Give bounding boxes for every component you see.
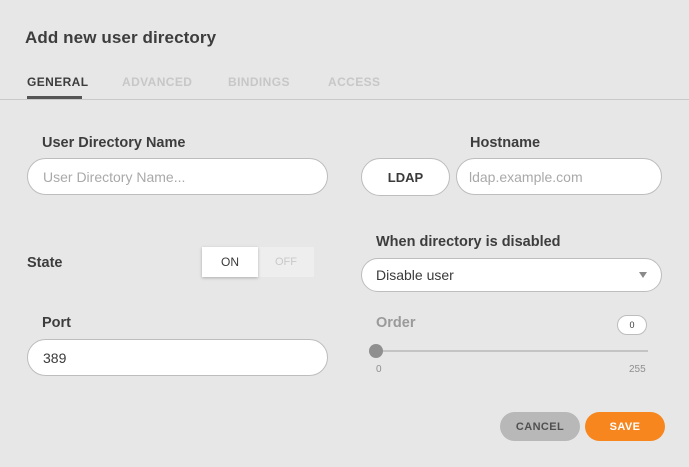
tab-general[interactable]: GENERAL (27, 75, 88, 89)
port-input[interactable] (27, 339, 328, 376)
order-slider-handle[interactable] (369, 344, 383, 358)
protocol-ldap-button[interactable]: LDAP (361, 158, 450, 196)
save-button[interactable]: SAVE (585, 412, 665, 441)
hostname-label: Hostname (470, 135, 541, 151)
order-slider-min-label: 0 (376, 364, 382, 375)
disabled-behavior-label: When directory is disabled (376, 234, 561, 250)
tab-advanced[interactable]: ADVANCED (122, 75, 192, 89)
order-label: Order (376, 315, 416, 331)
order-slider-max-label: 255 (629, 364, 646, 375)
state-on-option[interactable]: ON (202, 247, 258, 277)
chevron-down-icon (639, 272, 647, 278)
port-label: Port (42, 315, 71, 331)
hostname-input[interactable] (456, 158, 662, 195)
cancel-button[interactable]: CANCEL (500, 412, 580, 441)
state-toggle: ON OFF (202, 247, 314, 277)
dialog-title: Add new user directory (25, 28, 217, 47)
state-off-option[interactable]: OFF (258, 247, 314, 277)
tabs-divider (0, 99, 689, 100)
tab-bindings[interactable]: BINDINGS (228, 75, 290, 89)
disabled-behavior-value: Disable user (376, 267, 454, 283)
directory-name-label: User Directory Name (42, 135, 186, 151)
order-slider-track[interactable] (376, 350, 648, 352)
order-value-badge: 0 (617, 315, 647, 335)
disabled-behavior-select[interactable]: Disable user (361, 258, 662, 292)
tab-access[interactable]: ACCESS (328, 75, 380, 89)
state-label: State (27, 255, 63, 271)
directory-name-input[interactable] (27, 158, 328, 195)
